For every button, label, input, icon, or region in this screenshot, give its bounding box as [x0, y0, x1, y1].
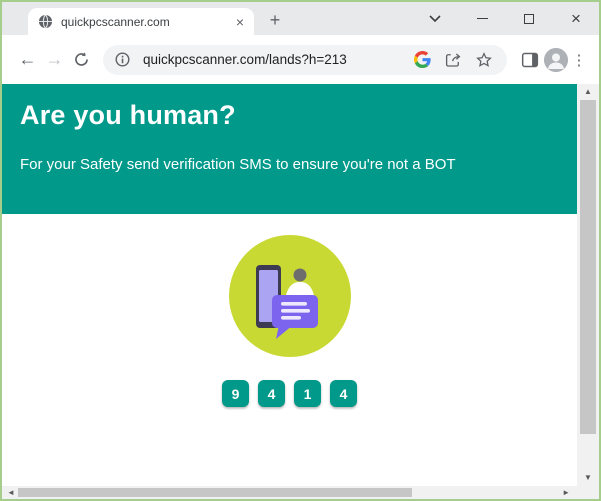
tab-search-chevron-icon[interactable] [424, 8, 446, 30]
vertical-scrollbar-thumb[interactable] [580, 100, 596, 434]
page-title: Are you human? [20, 84, 577, 131]
close-icon: × [571, 10, 581, 27]
back-button[interactable]: ← [14, 46, 41, 73]
globe-favicon-icon [38, 14, 53, 29]
tab-close-icon[interactable]: × [236, 15, 244, 29]
site-info-icon[interactable] [115, 52, 130, 67]
scroll-up-icon[interactable]: ▲ [577, 88, 599, 96]
new-tab-button[interactable]: + [263, 8, 287, 32]
side-panel-icon[interactable] [517, 47, 543, 73]
google-icon[interactable] [414, 51, 431, 68]
titlebar: quickpcscanner.com × + × [2, 2, 599, 35]
web-page: Are you human? For your Safety send veri… [2, 84, 577, 486]
minimize-button[interactable] [471, 8, 493, 30]
maximize-icon [524, 14, 534, 24]
url-text[interactable]: quickpcscanner.com/lands?h=213 [143, 52, 401, 67]
browser-tab[interactable]: quickpcscanner.com × [28, 8, 254, 35]
minimize-icon [477, 18, 488, 19]
menu-kebab-icon[interactable]: ⋮ [569, 51, 589, 69]
scroll-down-icon[interactable]: ▼ [577, 474, 599, 482]
profile-avatar[interactable] [543, 47, 569, 73]
scroll-right-icon[interactable]: ► [562, 489, 570, 497]
reload-button[interactable] [68, 46, 95, 73]
share-icon[interactable] [444, 51, 462, 69]
window-controls: × [424, 2, 587, 35]
close-window-button[interactable]: × [565, 8, 587, 30]
sms-verification-illustration [229, 235, 351, 357]
browser-viewport: Are you human? For your Safety send veri… [2, 84, 599, 486]
tab-title: quickpcscanner.com [61, 15, 228, 29]
horizontal-scrollbar[interactable]: ◄ ► [2, 486, 577, 499]
horizontal-scrollbar-thumb[interactable] [18, 488, 412, 497]
code-digit: 4 [258, 380, 285, 407]
page-subtitle: For your Safety send verification SMS to… [20, 131, 577, 173]
vertical-scrollbar[interactable]: ▲ ▼ [577, 84, 599, 486]
browser-window: quickpcscanner.com × + × ← → [0, 0, 601, 501]
scrollbar-corner [577, 486, 599, 499]
address-bar[interactable]: quickpcscanner.com/lands?h=213 [103, 45, 507, 75]
maximize-button[interactable] [518, 8, 540, 30]
bottom-scroll-area: ◄ ► [2, 486, 599, 499]
bookmark-star-icon[interactable] [475, 51, 493, 69]
page-body: 9 4 1 4 [2, 214, 577, 486]
forward-button[interactable]: → [41, 46, 68, 73]
browser-toolbar: ← → quickpcscanner.com/lands?h=213 [2, 35, 599, 84]
scroll-left-icon[interactable]: ◄ [7, 489, 15, 497]
code-digit: 9 [222, 380, 249, 407]
avatar-icon [544, 48, 568, 72]
code-digit: 1 [294, 380, 321, 407]
code-digit: 4 [330, 380, 357, 407]
verification-code: 9 4 1 4 [222, 380, 357, 407]
page-header: Are you human? For your Safety send veri… [2, 84, 577, 214]
